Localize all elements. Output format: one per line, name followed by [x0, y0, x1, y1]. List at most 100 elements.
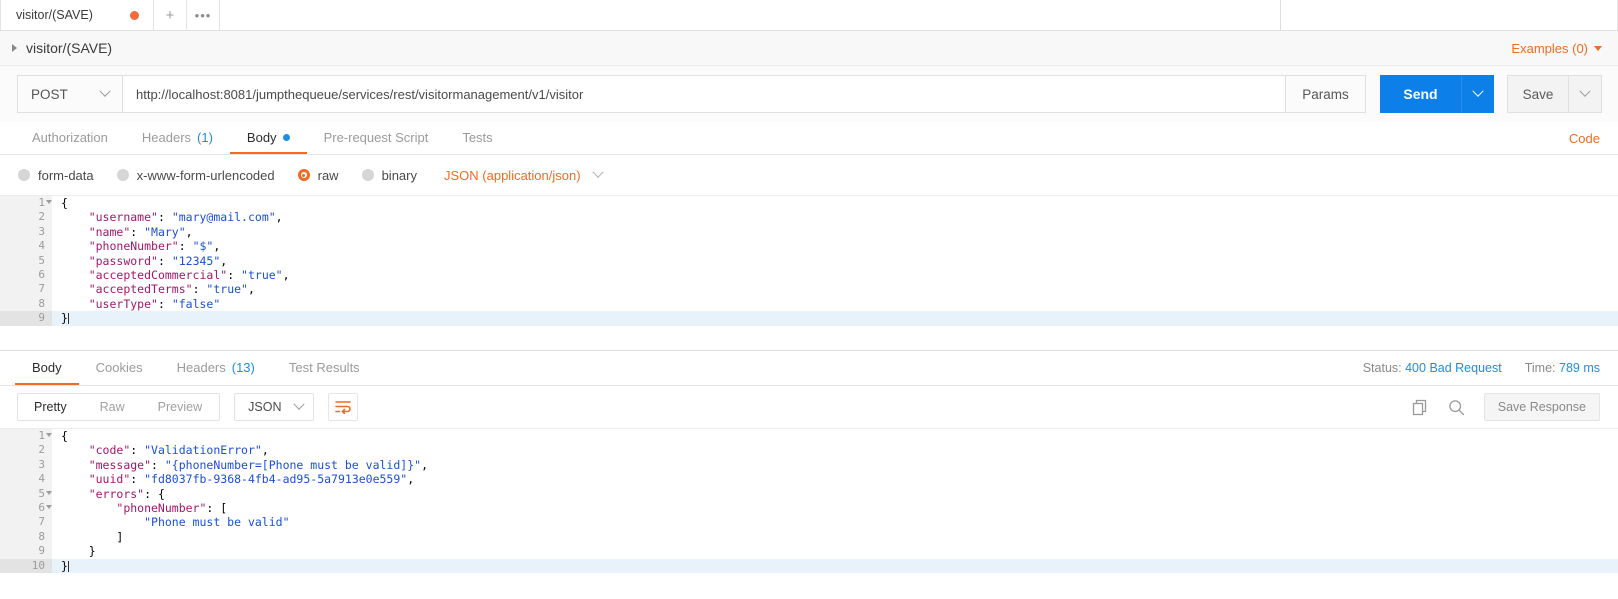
copy-icon	[1412, 399, 1426, 415]
code-text: "phoneNumber": "$",	[88, 239, 221, 254]
request-name-label: visitor/(SAVE)	[26, 40, 113, 56]
tab-options-button[interactable]: •••	[187, 0, 220, 30]
url-bar: POST Params Send Save	[0, 66, 1618, 122]
body-type-urlencoded[interactable]: x-www-form-urlencoded	[116, 168, 275, 183]
line-number: 5	[0, 486, 52, 501]
code-text: }	[61, 558, 69, 573]
response-tab-body[interactable]: Body	[15, 351, 79, 385]
response-format-label: JSON	[248, 400, 282, 414]
tab-headers[interactable]: Headers (1)	[125, 122, 230, 154]
save-button-group: Save	[1507, 75, 1602, 113]
response-tab-headers[interactable]: Headers (13)	[160, 351, 272, 385]
fold-caret-icon[interactable]	[46, 200, 52, 204]
line-number: 6	[0, 500, 52, 516]
line-number: 3	[0, 457, 52, 473]
code-line[interactable]: 10}	[0, 558, 1618, 573]
response-view-raw[interactable]: Raw	[84, 394, 142, 420]
tab-label: Authorization	[32, 129, 108, 145]
code-line[interactable]: 3 "message": "{phoneNumber=[Phone must b…	[0, 457, 1618, 473]
time-value: 789 ms	[1559, 361, 1600, 375]
body-type-label: binary	[381, 167, 417, 183]
tab-label: Body	[32, 359, 62, 375]
code-line[interactable]: 8 "userType": "false"	[0, 296, 1618, 312]
body-type-form-data[interactable]: form-data	[18, 168, 94, 183]
new-tab-button[interactable]: +	[154, 0, 187, 30]
code-line[interactable]: 1{	[0, 196, 1618, 211]
search-icon	[1448, 399, 1464, 415]
request-body-editor[interactable]: 1{2 "username": "mary@mail.com", 3 "name"…	[0, 195, 1618, 350]
code-line[interactable]: 9 }	[0, 544, 1618, 559]
request-tab-label: visitor/(SAVE)	[16, 8, 93, 22]
tab-label: Tests	[462, 129, 493, 145]
chevron-down-icon	[293, 398, 306, 410]
headers-count-badge: (1)	[197, 129, 213, 145]
body-type-raw[interactable]: raw	[297, 168, 339, 183]
code-text: "userType": "false"	[88, 296, 221, 311]
response-format-select[interactable]: JSON	[234, 393, 315, 421]
code-text: "password": "12345",	[88, 253, 228, 268]
tab-authorization[interactable]: Authorization	[15, 122, 125, 154]
line-number: 1	[0, 429, 52, 444]
code-text: "code": "ValidationError",	[88, 443, 269, 458]
code-line[interactable]: 9}	[0, 311, 1618, 326]
code-text: }	[61, 544, 96, 559]
radio-icon	[18, 169, 30, 181]
save-button[interactable]: Save	[1507, 75, 1569, 113]
code-line[interactable]: 4 "phoneNumber": "$",	[0, 239, 1618, 254]
params-button[interactable]: Params	[1286, 75, 1366, 113]
code-text: "username": "mary@mail.com",	[88, 210, 283, 225]
code-line[interactable]: 6 "phoneNumber": [	[0, 500, 1618, 516]
status-label: Status:	[1362, 361, 1402, 375]
send-button-group: Send	[1380, 75, 1494, 113]
request-url-input[interactable]	[122, 75, 1286, 113]
code-text: "name": "Mary",	[88, 224, 193, 239]
code-line[interactable]: 5 "password": "12345",	[0, 253, 1618, 268]
code-line[interactable]: 8 ]	[0, 529, 1618, 545]
response-section-tabs: Body Cookies Headers (13) Test Results S…	[0, 350, 1618, 386]
copy-response-button[interactable]	[1412, 399, 1429, 416]
fold-caret-icon[interactable]	[46, 490, 52, 495]
code-line[interactable]: 2 "username": "mary@mail.com",	[0, 210, 1618, 225]
fold-caret-icon[interactable]	[46, 504, 52, 509]
code-line[interactable]: 6 "acceptedCommercial": "true",	[0, 267, 1618, 283]
http-method-select[interactable]: POST	[17, 75, 122, 113]
code-link[interactable]: Code	[1569, 122, 1618, 154]
tab-body[interactable]: Body	[229, 122, 307, 154]
examples-dropdown[interactable]: Examples (0)	[1511, 41, 1602, 56]
code-line[interactable]: 1{	[0, 429, 1618, 444]
code-line[interactable]: 7 "acceptedTerms": "true",	[0, 282, 1618, 297]
code-text: {	[61, 196, 68, 210]
request-tab-visitor-save[interactable]: visitor/(SAVE)	[0, 0, 154, 30]
expand-request-caret-icon[interactable]	[12, 44, 17, 52]
send-options-button[interactable]	[1461, 75, 1494, 113]
code-text: "acceptedTerms": "true",	[88, 282, 255, 297]
code-line[interactable]: 4 "uuid": "fd8037fb-9368-4fb4-ad95-5a791…	[0, 472, 1618, 487]
tab-pre-request-script[interactable]: Pre-request Script	[307, 122, 446, 154]
response-view-preview[interactable]: Preview	[142, 394, 219, 420]
search-response-button[interactable]	[1448, 399, 1465, 416]
response-tab-test-results[interactable]: Test Results	[272, 351, 377, 385]
line-number: 7	[0, 282, 52, 297]
fold-caret-icon[interactable]	[46, 433, 52, 437]
examples-label: Examples (0)	[1511, 40, 1588, 56]
response-tab-cookies[interactable]: Cookies	[79, 351, 160, 385]
save-options-button[interactable]	[1569, 75, 1602, 113]
response-view-pretty[interactable]: Pretty	[18, 394, 84, 420]
save-response-button[interactable]: Save Response	[1483, 393, 1600, 421]
radio-selected-icon	[297, 169, 310, 181]
code-line[interactable]: 5 "errors": {	[0, 486, 1618, 501]
tab-tests[interactable]: Tests	[445, 122, 509, 154]
text-cursor	[67, 560, 69, 572]
code-line[interactable]: 2 "code": "ValidationError",	[0, 443, 1618, 458]
send-button[interactable]: Send	[1380, 75, 1461, 113]
line-number: 8	[0, 296, 52, 312]
line-number: 2	[0, 443, 52, 458]
http-method-label: POST	[31, 86, 68, 102]
body-format-select[interactable]: JSON (application/json)	[444, 166, 604, 183]
code-line[interactable]: 7 "Phone must be valid"	[0, 515, 1618, 530]
word-wrap-toggle-button[interactable]	[328, 393, 359, 421]
code-line[interactable]: 3 "name": "Mary",	[0, 224, 1618, 240]
request-body-lines: 1{2 "username": "mary@mail.com", 3 "name"…	[0, 196, 1618, 326]
body-type-binary[interactable]: binary	[361, 167, 417, 183]
response-body-editor[interactable]: 1{2 "code": "ValidationError", 3 "message…	[0, 428, 1618, 582]
